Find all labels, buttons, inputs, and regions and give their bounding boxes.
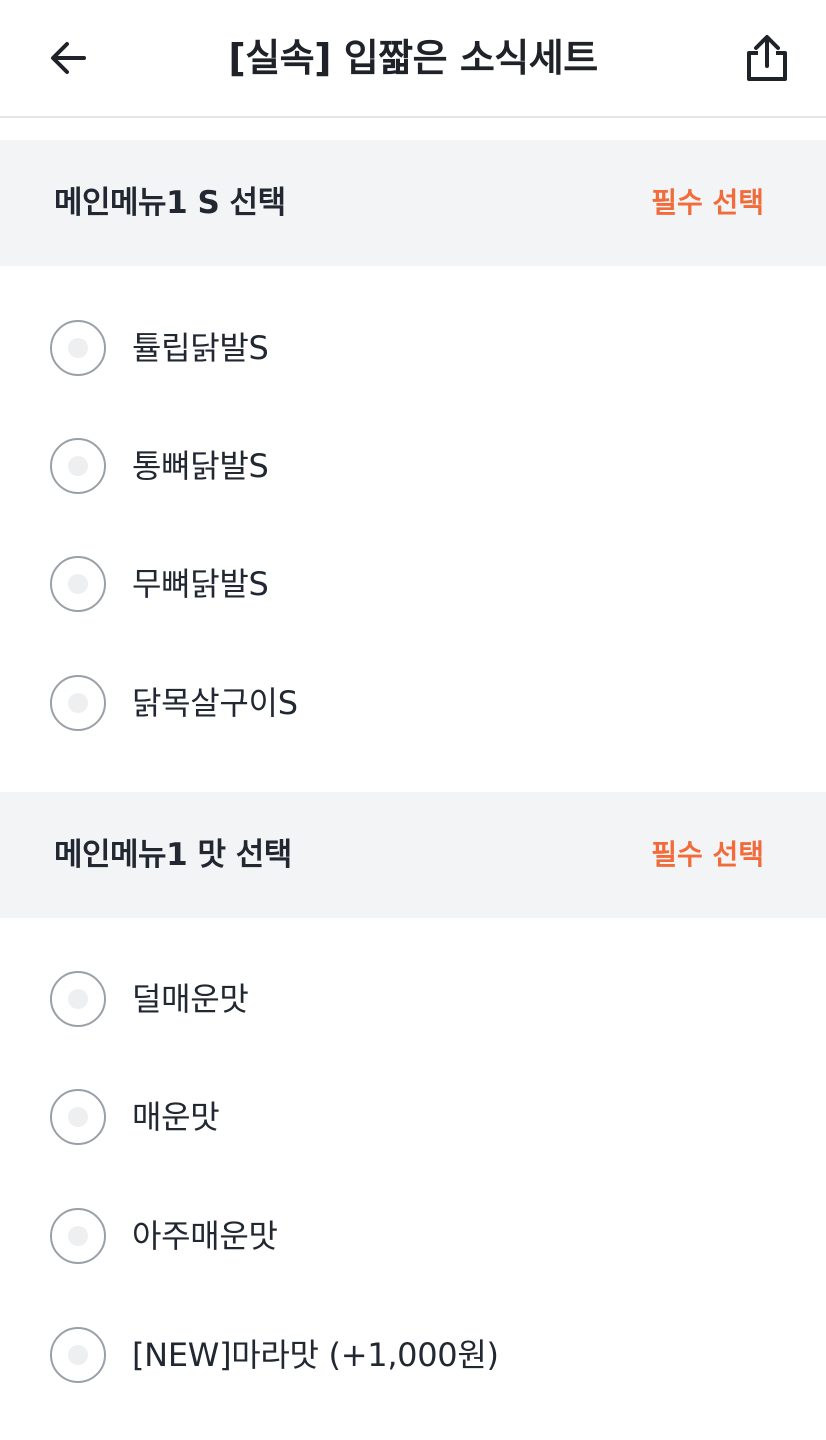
radio-button[interactable] [50, 1208, 106, 1264]
required-badge: 필수 선택 [651, 186, 764, 219]
radio-button[interactable] [50, 1089, 106, 1145]
top-bar: [실속] 입짧은 소식세트 [0, 0, 826, 118]
option-row[interactable]: 무뼈닭발S [0, 525, 826, 643]
option-label: [NEW]마라맛 (+1,000원) [132, 1336, 499, 1374]
radio-dot [68, 338, 88, 358]
radio-dot [68, 1345, 88, 1365]
radio-button[interactable] [50, 1327, 106, 1383]
section-header-size: 메인메뉴1 S 선택 필수 선택 [0, 140, 826, 266]
section-title: 메인메뉴1 S 선택 [54, 185, 286, 221]
radio-dot [68, 1226, 88, 1246]
option-row[interactable]: 통뼈닭발S [0, 407, 826, 525]
option-label: 덜매운맛 [132, 980, 249, 1018]
back-button[interactable] [40, 30, 96, 86]
radio-dot [68, 456, 88, 476]
option-row[interactable]: 튤립닭발S [0, 289, 826, 407]
page-title: [실속] 입짧은 소식세트 [228, 36, 598, 80]
radio-button[interactable] [50, 675, 106, 731]
option-row[interactable]: 닭목살구이S [0, 644, 826, 762]
option-row[interactable]: 매운맛 [0, 1058, 826, 1176]
option-label: 매운맛 [132, 1098, 220, 1136]
radio-dot [68, 693, 88, 713]
share-button[interactable] [738, 28, 796, 88]
option-label: 통뼈닭발S [132, 447, 269, 485]
option-row[interactable]: [NEW]마라맛 (+1,000원) [0, 1296, 826, 1414]
radio-dot [68, 989, 88, 1009]
section-title: 메인메뉴1 맛 선택 [54, 837, 292, 873]
option-label: 무뼈닭발S [132, 565, 269, 603]
radio-button[interactable] [50, 320, 106, 376]
radio-dot [68, 1107, 88, 1127]
arrow-left-icon [51, 42, 86, 74]
radio-button[interactable] [50, 438, 106, 494]
share-icon [747, 35, 787, 81]
option-row[interactable]: 아주매운맛 [0, 1177, 826, 1295]
section-header-flavor: 메인메뉴1 맛 선택 필수 선택 [0, 792, 826, 918]
radio-button[interactable] [50, 971, 106, 1027]
radio-dot [68, 574, 88, 594]
option-label: 튤립닭발S [132, 329, 269, 367]
option-row[interactable]: 덜매운맛 [0, 940, 826, 1058]
required-badge: 필수 선택 [651, 838, 764, 871]
option-label: 닭목살구이S [132, 684, 298, 722]
radio-button[interactable] [50, 556, 106, 612]
option-label: 아주매운맛 [132, 1217, 278, 1255]
